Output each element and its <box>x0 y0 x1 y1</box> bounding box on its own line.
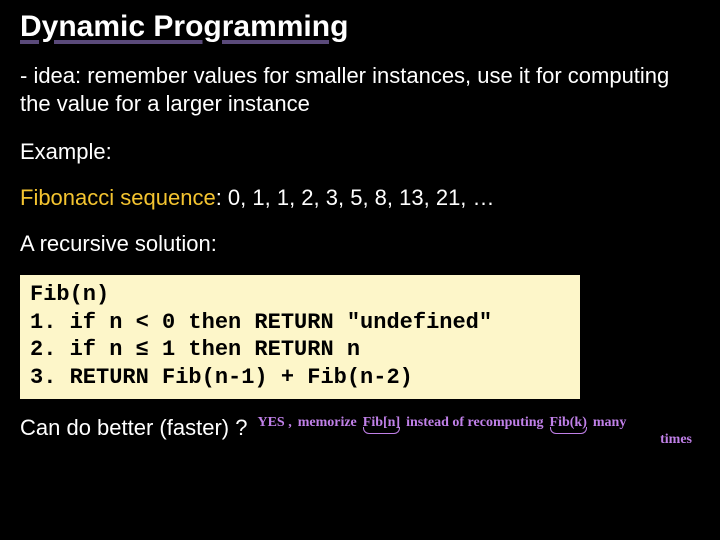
fibonacci-line: Fibonacci sequence: 0, 1, 1, 2, 3, 5, 8,… <box>20 185 700 211</box>
recursive-solution-label: A recursive solution: <box>20 231 700 257</box>
hand-instead: instead of recomputing <box>406 415 543 432</box>
code-line-0: Fib(n) <box>30 282 109 307</box>
hand-memorize: memorize <box>298 415 357 432</box>
handwritten-annotation: YES , memorize Fib[n] instead of recompu… <box>257 415 700 448</box>
question-text: Can do better (faster) ? <box>20 415 247 441</box>
code-line-3: 3. RETURN Fib(n-1) + Fib(n-2) <box>30 365 413 390</box>
code-line-2: 2. if n ≤ 1 then RETURN n <box>30 337 360 362</box>
hand-fibn: Fib[n] <box>363 415 400 432</box>
fibonacci-colon: : <box>216 185 228 210</box>
code-line-1: 1. if n < 0 then RETURN "undefined" <box>30 310 492 335</box>
hand-fibk: Fib(k) <box>550 415 587 432</box>
code-block: Fib(n) 1. if n < 0 then RETURN "undefine… <box>20 275 580 399</box>
hand-times: times <box>660 432 692 447</box>
idea-text: - idea: remember values for smaller inst… <box>20 62 700 117</box>
fibonacci-values: 0, 1, 1, 2, 3, 5, 8, 13, 21, … <box>228 185 495 210</box>
example-label: Example: <box>20 139 700 165</box>
fibonacci-label: Fibonacci sequence <box>20 185 216 210</box>
hand-many: many <box>593 415 626 432</box>
page-title: Dynamic Programming <box>20 10 700 44</box>
hand-yes: YES , <box>257 415 291 432</box>
